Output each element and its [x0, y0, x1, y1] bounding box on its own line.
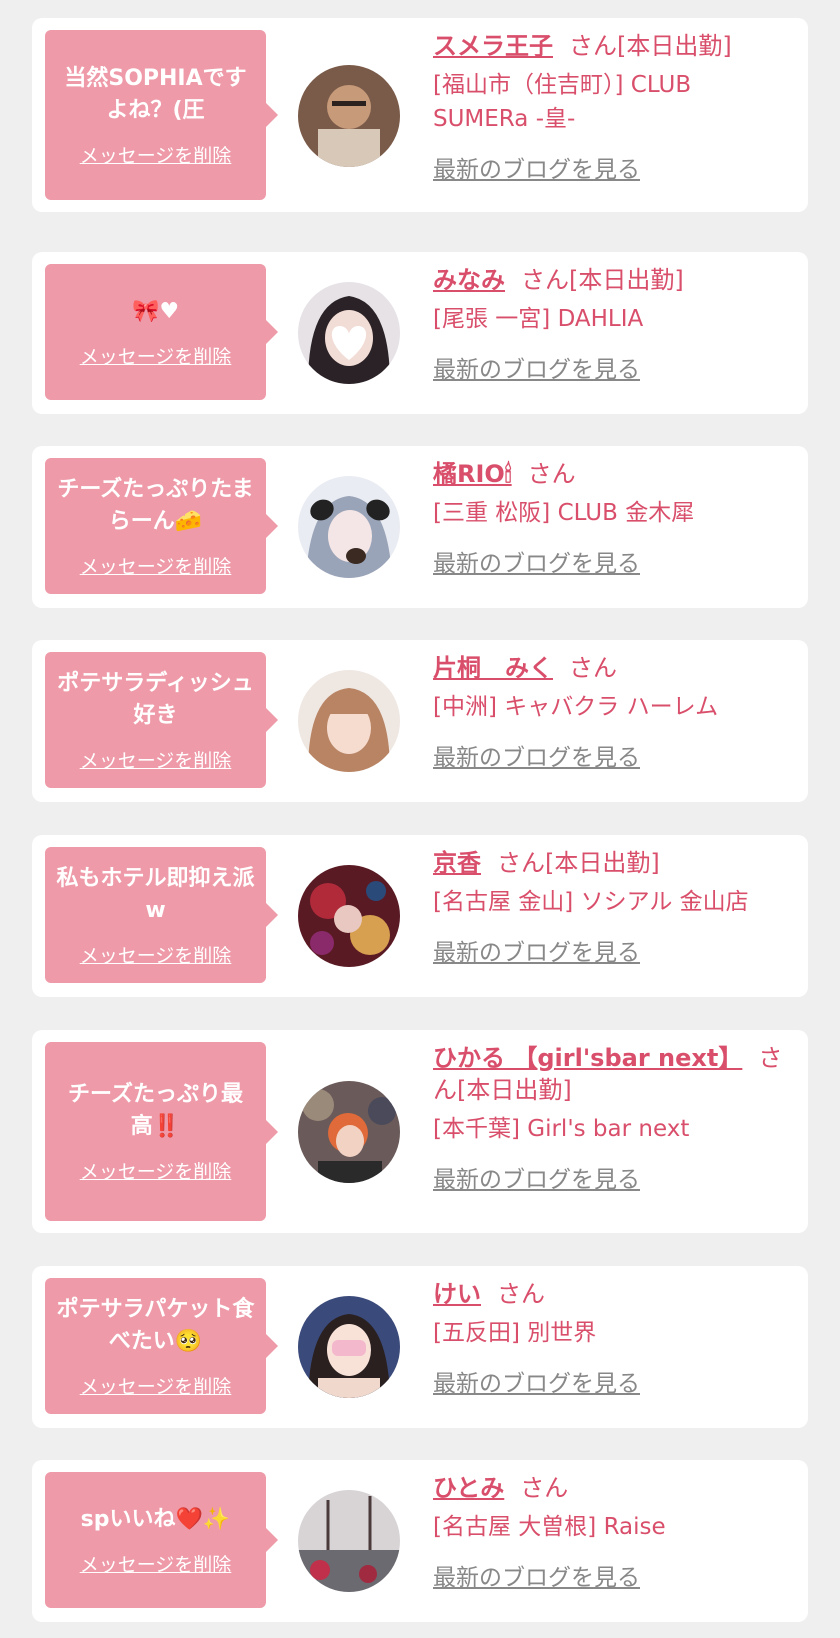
- favorite-card: 当然SOPHIAですよね？(圧 メッセージを削除 スメラ王子 さん[本日出勤] […: [32, 18, 808, 212]
- avatar[interactable]: [298, 476, 400, 578]
- delete-message-link[interactable]: メッセージを削除: [80, 1372, 232, 1399]
- profile-info: けい さん [五反田] 別世界 最新のブログを見る: [433, 1278, 783, 1398]
- avatar[interactable]: [298, 1081, 400, 1183]
- latest-blog-link[interactable]: 最新のブログを見る: [433, 150, 640, 184]
- shop-info: [名古屋 大曽根] Raise: [433, 1514, 666, 1540]
- avatar[interactable]: [298, 1296, 400, 1398]
- favorite-card: ポテサラパケット食べたい🥺 メッセージを削除 けい さん [五反田] 別世界 最新…: [32, 1266, 808, 1428]
- message-text: 当然SOPHIAですよね？(圧: [64, 65, 247, 123]
- message-bubble: ポテサラディッシュ好き メッセージを削除: [45, 652, 278, 788]
- message-bubble: ポテサラパケット食べたい🥺 メッセージを削除: [45, 1278, 278, 1414]
- latest-blog-link[interactable]: 最新のブログを見る: [433, 1364, 640, 1398]
- latest-blog-link[interactable]: 最新のブログを見る: [433, 1558, 640, 1592]
- message-text: チーズたっぷりたまらーん🧀: [57, 476, 254, 534]
- message-text: ポテサラパケット食べたい🥺: [56, 1296, 255, 1354]
- latest-blog-link[interactable]: 最新のブログを見る: [433, 738, 640, 772]
- avatar[interactable]: [298, 670, 400, 772]
- name-suffix: さん[本日出勤]: [521, 266, 684, 294]
- message-text: ポテサラディッシュ好き: [57, 670, 254, 728]
- message-text: 私もホテル即抑え派w: [56, 865, 255, 923]
- name-suffix: さん[本日出勤]: [497, 849, 660, 877]
- profile-info: みなみ さん[本日出勤] [尾張 一宮] DAHLIA 最新のブログを見る: [433, 264, 783, 384]
- message-bubble: チーズたっぷりたまらーん🧀 メッセージを削除: [45, 458, 278, 594]
- latest-blog-link[interactable]: 最新のブログを見る: [433, 933, 640, 967]
- delete-message-link[interactable]: メッセージを削除: [80, 552, 232, 579]
- cast-name-link[interactable]: ひとみ: [433, 1474, 504, 1502]
- cast-name-link[interactable]: スメラ王子: [433, 32, 553, 60]
- message-bubble: 私もホテル即抑え派w メッセージを削除: [45, 847, 278, 983]
- delete-message-link[interactable]: メッセージを削除: [80, 141, 232, 168]
- latest-blog-link[interactable]: 最新のブログを見る: [433, 1160, 640, 1194]
- name-suffix: さん: [569, 654, 617, 682]
- delete-message-link[interactable]: メッセージを削除: [80, 746, 232, 773]
- message-text: チーズたっぷり最高‼️: [68, 1082, 243, 1139]
- profile-info: 橘RIO🕯 さん [三重 松阪] CLUB 金木犀 最新のブログを見る: [433, 458, 783, 578]
- profile-info: ひとみ さん [名古屋 大曽根] Raise 最新のブログを見る: [433, 1472, 783, 1592]
- avatar[interactable]: [298, 65, 400, 167]
- name-suffix: さん[本日出勤]: [569, 32, 732, 60]
- cast-name-link[interactable]: ひかる 【girl'sbar next】: [433, 1044, 742, 1072]
- shop-info: [本千葉] Girl's bar next: [433, 1116, 690, 1142]
- name-suffix: さん: [527, 460, 576, 488]
- favorite-card: spいいね❤️✨ メッセージを削除 ひとみ さん [名古屋 大曽根] Raise …: [32, 1460, 808, 1622]
- delete-message-link[interactable]: メッセージを削除: [80, 941, 232, 968]
- message-bubble: spいいね❤️✨ メッセージを削除: [45, 1472, 278, 1608]
- profile-info: 京香 さん[本日出勤] [名古屋 金山] ソシアル 金山店 最新のブログを見る: [433, 847, 783, 967]
- shop-info: [名古屋 金山] ソシアル 金山店: [433, 889, 749, 915]
- cast-name-link[interactable]: みなみ: [433, 266, 505, 294]
- profile-info: ひかる 【girl'sbar next】 さん[本日出勤] [本千葉] Girl'…: [433, 1042, 783, 1194]
- favorite-list: 当然SOPHIAですよね？(圧 メッセージを削除 スメラ王子 さん[本日出勤] […: [0, 0, 840, 1638]
- name-suffix: さん: [520, 1474, 569, 1502]
- avatar[interactable]: [298, 865, 400, 967]
- message-bubble: 🎀♥ メッセージを削除: [45, 264, 278, 400]
- shop-info: [中洲] キャバクラ ハーレム: [433, 694, 719, 720]
- delete-message-link[interactable]: メッセージを削除: [80, 342, 232, 369]
- cast-name-link[interactable]: 橘RIO🕯: [433, 460, 512, 488]
- message-text: spいいね❤️✨: [80, 1506, 231, 1532]
- shop-info: [尾張 一宮] DAHLIA: [433, 306, 644, 332]
- shop-info: [福山市（住吉町）] CLUB SUMERa -皇-: [433, 72, 692, 132]
- profile-info: スメラ王子 さん[本日出勤] [福山市（住吉町）] CLUB SUMERa -皇-…: [433, 30, 783, 184]
- shop-info: [三重 松阪] CLUB 金木犀: [433, 500, 695, 526]
- shop-info: [五反田] 別世界: [433, 1320, 597, 1346]
- delete-message-link[interactable]: メッセージを削除: [80, 1157, 232, 1184]
- cast-name-link[interactable]: 京香: [433, 849, 481, 877]
- delete-message-link[interactable]: メッセージを削除: [80, 1550, 232, 1577]
- favorite-card: 私もホテル即抑え派w メッセージを削除 京香 さん[本日出勤] [名古屋 金山] …: [32, 835, 808, 997]
- favorite-card: チーズたっぷりたまらーん🧀 メッセージを削除 橘RIO🕯 さん [三重 松阪] C…: [32, 446, 808, 608]
- message-bubble: チーズたっぷり最高‼️ メッセージを削除: [45, 1042, 278, 1221]
- message-bubble: 当然SOPHIAですよね？(圧 メッセージを削除: [45, 30, 278, 200]
- latest-blog-link[interactable]: 最新のブログを見る: [433, 544, 640, 578]
- favorite-card: チーズたっぷり最高‼️ メッセージを削除 ひかる 【girl'sbar next…: [32, 1030, 808, 1233]
- latest-blog-link[interactable]: 最新のブログを見る: [433, 350, 640, 384]
- favorite-card: 🎀♥ メッセージを削除 みなみ さん[本日出勤] [尾張 一宮] DAHLIA 最…: [32, 252, 808, 414]
- profile-info: 片桐 みく さん [中洲] キャバクラ ハーレム 最新のブログを見る: [433, 652, 783, 772]
- name-suffix: さん: [497, 1280, 545, 1308]
- avatar[interactable]: [298, 1490, 400, 1592]
- message-text: 🎀♥: [131, 298, 180, 324]
- avatar[interactable]: [298, 282, 400, 384]
- cast-name-link[interactable]: 片桐 みく: [433, 654, 553, 682]
- favorite-card: ポテサラディッシュ好き メッセージを削除 片桐 みく さん [中洲] キャバクラ …: [32, 640, 808, 802]
- cast-name-link[interactable]: けい: [433, 1280, 481, 1308]
